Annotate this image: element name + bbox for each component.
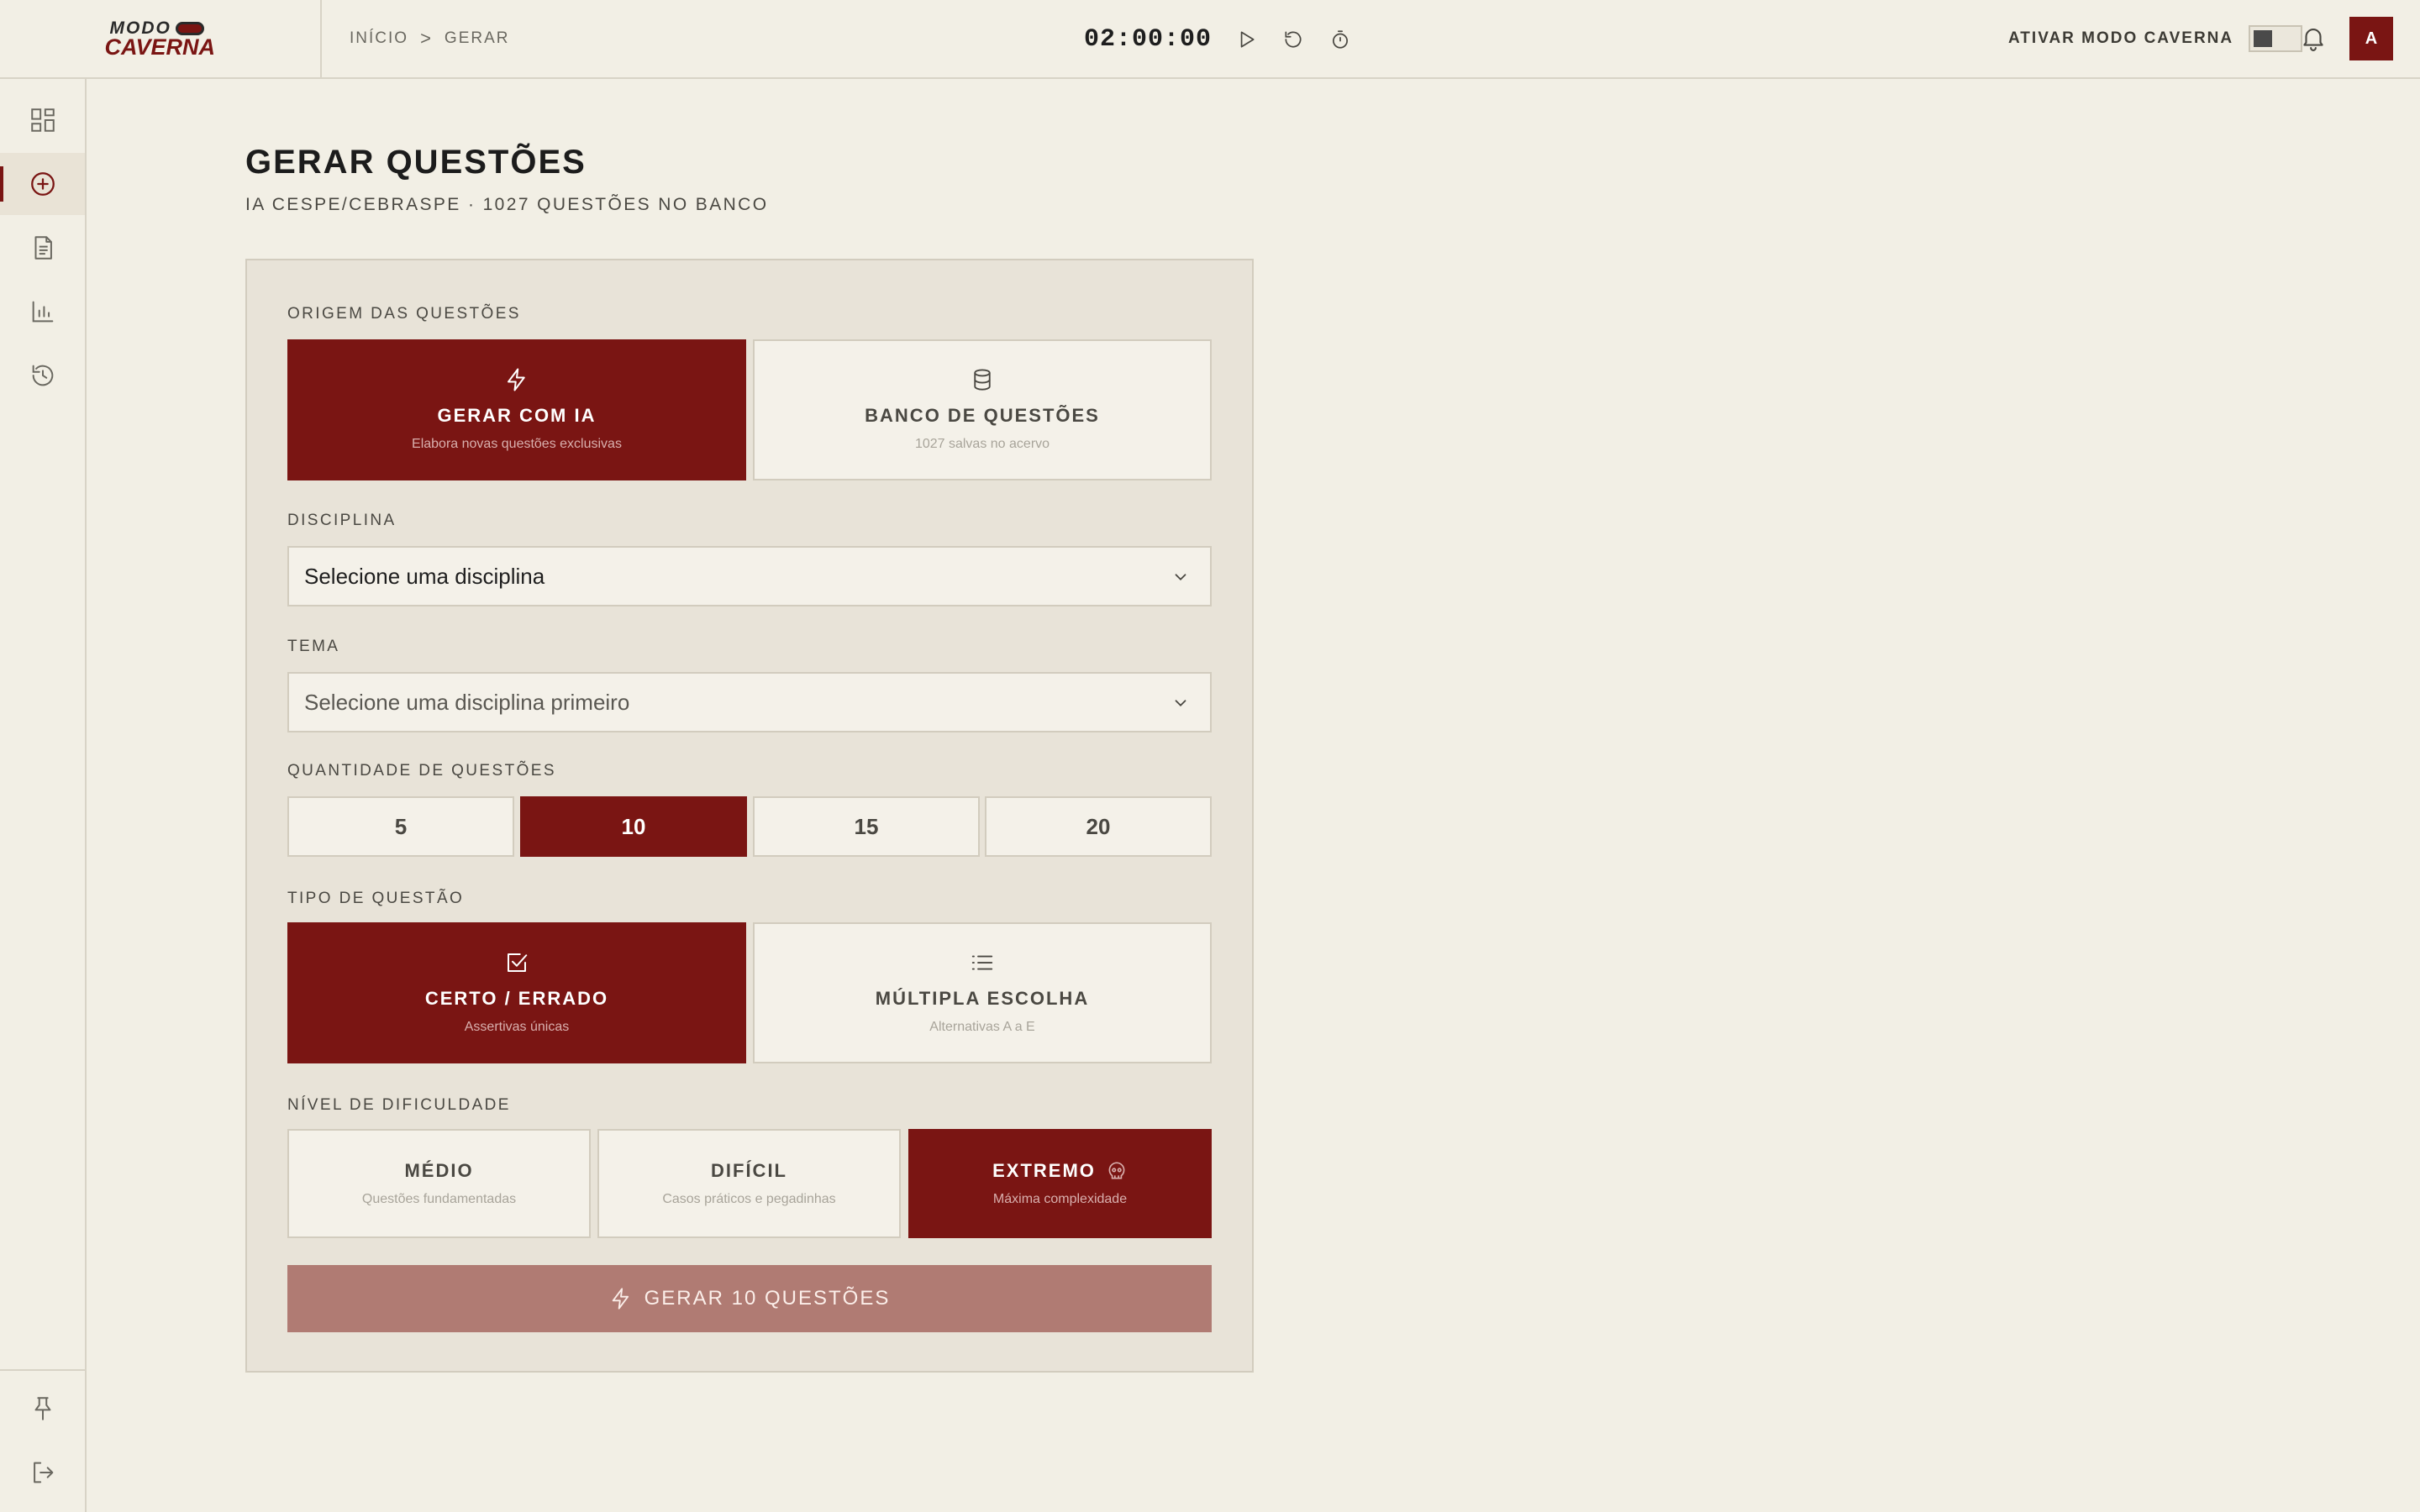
logo[interactable]: MODO CAVERNA xyxy=(102,18,219,59)
difficulty-option-medio[interactable]: MÉDIO Questões fundamentadas xyxy=(287,1129,591,1238)
type-option-title: CERTO / ERRADO xyxy=(424,988,609,1009)
play-icon[interactable] xyxy=(1234,27,1259,52)
difficulty-option-dificil[interactable]: DIFÍCIL Casos práticos e pegadinhas xyxy=(597,1129,901,1238)
type-label: TIPO DE QUESTÃO xyxy=(287,890,465,907)
logout-icon xyxy=(33,1462,53,1483)
cave-mode-label: ATIVAR MODO CAVERNA xyxy=(2008,29,2234,47)
quantity-option-5[interactable]: 5 xyxy=(287,796,514,857)
theme-label: TEMA xyxy=(287,638,340,655)
grid-icon xyxy=(30,108,55,132)
sidebar-divider xyxy=(0,1369,85,1371)
discipline-select[interactable]: Selecione uma disciplina xyxy=(287,546,1212,606)
top-bar: MODO CAVERNA INÍCIO > GERAR 02:00:00 ATI… xyxy=(0,0,2420,79)
difficulty-option-extremo[interactable]: EXTREMO Máxima complexidade xyxy=(908,1129,1212,1238)
bar-chart-icon xyxy=(32,301,53,323)
sidebar-item-historico[interactable] xyxy=(0,344,85,407)
difficulty-option-title: MÉDIO xyxy=(404,1160,474,1181)
checkbox-icon xyxy=(504,950,529,975)
breadcrumb-home[interactable]: INÍCIO xyxy=(350,29,408,49)
breadcrumb-current: GERAR xyxy=(444,29,510,47)
generate-button[interactable]: GERAR 10 QUESTÕES xyxy=(287,1265,1212,1332)
difficulty-option-desc: Casos práticos e pegadinhas xyxy=(662,1192,836,1206)
bell-icon[interactable] xyxy=(2299,24,2328,54)
sidebar-item-gerar[interactable] xyxy=(0,153,85,215)
origin-option-title: BANCO DE QUESTÕES xyxy=(865,405,1100,426)
origin-option-desc: 1027 salvas no acervo xyxy=(914,437,1050,451)
type-option-certo-errado[interactable]: CERTO / ERRADO Assertivas únicas xyxy=(287,922,746,1063)
origin-option-ai[interactable]: GERAR COM IA Elabora novas questões excl… xyxy=(287,339,746,480)
type-option-title: MÚLTIPLA ESCOLHA xyxy=(875,988,1090,1009)
difficulty-option-title: DIFÍCIL xyxy=(711,1160,787,1181)
sidebar-item-estatisticas[interactable] xyxy=(0,281,85,343)
quantity-option-10[interactable]: 10 xyxy=(520,796,747,857)
cave-mode-toggle[interactable] xyxy=(2249,25,2303,52)
chevron-down-icon xyxy=(1175,700,1186,707)
sidebar-item-sair[interactable] xyxy=(0,1441,85,1504)
database-icon xyxy=(970,367,995,392)
cave-mode: ATIVAR MODO CAVERNA xyxy=(2008,25,2303,52)
difficulty-option-desc: Questões fundamentadas xyxy=(361,1192,517,1206)
lightning-icon xyxy=(612,1288,629,1310)
plus-circle-icon xyxy=(30,172,55,196)
origin-option-bank[interactable]: BANCO DE QUESTÕES 1027 salvas no acervo xyxy=(753,339,1212,480)
page-subtitle: IA CESPE/CEBRASPE · 1027 QUESTÕES NO BAN… xyxy=(245,195,769,214)
sidebar xyxy=(0,79,87,1512)
timer-group: 02:00:00 xyxy=(1084,18,1353,60)
origin-option-desc: Elabora novas questões exclusivas xyxy=(412,437,622,451)
brand: MODO CAVERNA xyxy=(0,0,322,77)
chevron-down-icon xyxy=(1175,574,1186,581)
stopwatch-icon[interactable] xyxy=(1328,27,1353,52)
skull-icon xyxy=(1108,1162,1125,1179)
generate-form-card: ORIGEM DAS QUESTÕES GERAR COM IA Elabora… xyxy=(245,259,1254,1373)
document-icon xyxy=(34,236,52,260)
type-option-desc: Assertivas únicas xyxy=(464,1020,570,1034)
difficulty-option-desc: Máxima complexidade xyxy=(992,1192,1128,1206)
origin-option-title: GERAR COM IA xyxy=(437,405,597,426)
generate-button-label: GERAR 10 QUESTÕES xyxy=(644,1287,891,1310)
discipline-select-value: Selecione uma disciplina xyxy=(304,564,545,589)
theme-select-value: Selecione uma disciplina primeiro xyxy=(304,690,630,715)
page-title: GERAR QUESTÕES xyxy=(245,144,587,181)
pin-icon xyxy=(34,1397,50,1420)
difficulty-option-title: EXTREMO xyxy=(992,1160,1096,1181)
origin-label: ORIGEM DAS QUESTÕES xyxy=(287,305,521,323)
type-option-desc: Alternativas A a E xyxy=(929,1020,1035,1034)
history-icon xyxy=(32,365,53,386)
sidebar-item-dashboard[interactable] xyxy=(0,89,85,151)
quantity-option-20[interactable]: 20 xyxy=(985,796,1212,857)
toggle-knob xyxy=(2254,30,2273,47)
breadcrumb-separator: > xyxy=(420,28,433,49)
theme-select[interactable]: Selecione uma disciplina primeiro xyxy=(287,672,1212,732)
timer-display: 02:00:00 xyxy=(1084,25,1213,54)
discipline-label: DISCIPLINA xyxy=(287,512,397,529)
reset-icon[interactable] xyxy=(1281,27,1306,52)
sidebar-item-fixar[interactable] xyxy=(0,1378,85,1440)
quantity-option-15[interactable]: 15 xyxy=(753,796,980,857)
sidebar-item-documentos[interactable] xyxy=(0,217,85,279)
logo-line2: CAVERNA xyxy=(104,34,216,60)
difficulty-label: NÍVEL DE DIFICULDADE xyxy=(287,1096,511,1114)
breadcrumb: INÍCIO > GERAR xyxy=(350,29,510,49)
quantity-label: QUANTIDADE DE QUESTÕES xyxy=(287,762,556,780)
type-option-multipla-escolha[interactable]: MÚLTIPLA ESCOLHA Alternativas A a E xyxy=(753,922,1212,1063)
avatar[interactable]: A xyxy=(2349,17,2393,60)
list-icon xyxy=(970,950,995,975)
logo-goggle-icon xyxy=(175,22,204,35)
lightning-icon xyxy=(504,367,529,392)
difficulty-title-row: EXTREMO xyxy=(992,1159,1128,1183)
